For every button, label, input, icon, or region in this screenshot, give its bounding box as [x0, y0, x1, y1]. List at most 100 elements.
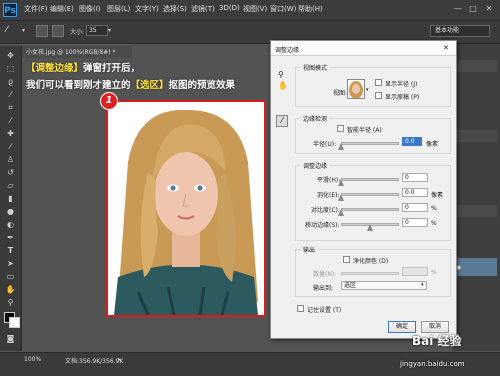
watermark-url: jingyan.baidu.com: [400, 360, 465, 368]
layer-row-selected[interactable]: [455, 258, 497, 276]
size-input[interactable]: 35: [86, 25, 108, 36]
zoom-level[interactable]: 100%: [24, 356, 41, 363]
pen-tool-icon[interactable]: ✒: [4, 232, 17, 243]
menu-view[interactable]: 视图(V): [243, 4, 267, 14]
document-info: 文档:356.9K/356.9K: [65, 358, 124, 365]
menu-image[interactable]: 图像(I): [79, 4, 101, 14]
menu-layer[interactable]: 图层(L): [107, 4, 130, 14]
quick-selection-tool-icon[interactable]: ⁄: [4, 89, 17, 100]
refine-radius-tool-icon[interactable]: ⁄: [276, 115, 288, 127]
feather-input[interactable]: 0.0: [402, 188, 428, 197]
show-radius-checkbox[interactable]: [375, 79, 382, 86]
menu-window[interactable]: 窗口(W): [270, 4, 296, 14]
eyedropper-tool-icon[interactable]: ⁄: [4, 115, 17, 126]
amount-unit: %: [431, 269, 437, 276]
size-dropdown-icon[interactable]: ▾: [108, 27, 111, 34]
decontaminate-checkbox[interactable]: [343, 256, 350, 263]
menu-type[interactable]: 文字(Y): [135, 4, 159, 14]
contrast-input[interactable]: 0: [402, 203, 428, 212]
shift-edge-input[interactable]: 0: [402, 218, 428, 227]
view-mode-thumbnail[interactable]: [347, 79, 365, 99]
brush-tool-icon[interactable]: ⁄: [4, 141, 17, 152]
smooth-input[interactable]: 0: [402, 173, 428, 182]
quick-mask-icon[interactable]: ◙: [4, 333, 17, 344]
amount-slider[interactable]: [341, 272, 399, 275]
zoom-tool-icon[interactable]: ⚲: [278, 70, 284, 79]
document-tab[interactable]: 小女孩.jpg @ 100%(RGB/8#) *: [22, 44, 132, 58]
show-original-checkbox[interactable]: [375, 92, 382, 99]
minimize-button[interactable]: —: [452, 3, 464, 15]
close-window-button[interactable]: ✕: [483, 3, 495, 15]
remember-settings-checkbox[interactable]: [297, 305, 304, 312]
eraser-tool-icon[interactable]: ▱: [4, 180, 17, 191]
brush-mode-button[interactable]: [52, 25, 64, 37]
contrast-slider[interactable]: [341, 208, 399, 211]
edge-detection-header: 边缘检测: [301, 114, 330, 123]
workspace-select[interactable]: 基本功能: [430, 25, 490, 37]
contrast-unit: %: [431, 205, 437, 212]
hand-tool-icon[interactable]: ✋: [4, 284, 17, 295]
decontaminate-label: 净化颜色 (D): [353, 258, 389, 265]
view-dropdown-icon[interactable]: ▾: [366, 87, 369, 93]
history-brush-tool-icon[interactable]: ↺: [4, 167, 17, 178]
zoom-tool-icon[interactable]: ⚲: [4, 297, 17, 308]
menu-select[interactable]: 选择(S): [163, 4, 187, 14]
blur-tool-icon[interactable]: ●: [4, 206, 17, 217]
lasso-tool-icon[interactable]: ϱ: [4, 76, 17, 87]
contrast-label: 对比度(C):: [311, 207, 340, 214]
output-to-value: 选区: [344, 282, 357, 289]
menu-help[interactable]: 帮助(H): [298, 4, 323, 14]
brush-tool-icon[interactable]: ⁄: [6, 25, 20, 37]
smooth-label: 平滑(H):: [317, 177, 341, 184]
close-icon[interactable]: ✕: [443, 44, 449, 52]
healing-brush-tool-icon[interactable]: ✚: [4, 128, 17, 139]
girl-portrait-illustration: [108, 102, 264, 315]
output-to-dropdown-icon[interactable]: ▾: [421, 282, 424, 288]
menu-file[interactable]: 文件(F): [24, 4, 48, 14]
photoshop-logo: Ps: [3, 3, 17, 17]
radius-slider[interactable]: [341, 142, 399, 145]
view-mode-header: 视图模式: [301, 63, 330, 72]
feather-unit: 像素: [431, 192, 444, 199]
output-to-label: 输出到:: [313, 285, 334, 292]
dodge-tool-icon[interactable]: ◐: [4, 219, 17, 230]
show-original-label: 显示原稿 (P): [385, 94, 420, 101]
refine-edge-dialog: 调整边缘 ✕ ⚲ ✋ ⁄ 视图模式 视图: ▾ 显示半径 (J) 显示原稿 (P…: [270, 40, 457, 339]
feather-slider[interactable]: [341, 193, 399, 196]
maximize-button[interactable]: □: [467, 3, 479, 15]
hand-tool-icon[interactable]: ✋: [278, 81, 288, 90]
show-radius-label: 显示半径 (J): [385, 81, 418, 88]
brush-preset-button[interactable]: [36, 25, 48, 37]
move-tool-icon[interactable]: ✥: [4, 50, 17, 61]
type-tool-icon[interactable]: T: [4, 245, 17, 256]
amount-label: 数量(N):: [313, 271, 337, 278]
path-selection-tool-icon[interactable]: ➤: [4, 258, 17, 269]
menu-edit[interactable]: 编辑(E): [50, 4, 74, 14]
shift-edge-label: 移动边缘(S):: [305, 222, 340, 229]
gradient-tool-icon[interactable]: ▮: [4, 193, 17, 204]
amount-input[interactable]: [402, 267, 428, 276]
smart-radius-label: 智能半径 (A): [347, 127, 382, 134]
step-number-badge: 1: [100, 92, 118, 110]
right-panels: [452, 44, 500, 351]
smooth-slider[interactable]: [341, 178, 399, 181]
layers-panel-header: [455, 205, 497, 217]
view-mode-group: [295, 67, 451, 107]
marquee-tool-icon[interactable]: ⬚: [4, 63, 17, 74]
shape-tool-icon[interactable]: ▭: [4, 271, 17, 282]
size-label: 大小:: [70, 29, 85, 36]
chevron-down-icon[interactable]: ▾: [22, 27, 28, 34]
background-color-swatch[interactable]: [9, 317, 20, 328]
menu-filter[interactable]: 滤镜(T): [191, 4, 215, 14]
smart-radius-checkbox[interactable]: [337, 125, 344, 132]
output-to-select[interactable]: 选区: [341, 281, 427, 290]
status-menu-icon[interactable]: ▸: [118, 356, 121, 363]
clone-stamp-tool-icon[interactable]: ♙: [4, 154, 17, 165]
radius-input[interactable]: 0.0: [402, 137, 422, 146]
document-tab-title: 小女孩.jpg @ 100%(RGB/8#) *: [26, 49, 116, 56]
edge-detection-group: [295, 118, 451, 154]
crop-tool-icon[interactable]: ⌗: [4, 102, 17, 113]
menu-3d[interactable]: 3D(D): [219, 4, 240, 12]
preview-image: [106, 100, 266, 317]
adjust-edge-header: 调整边缘: [301, 161, 330, 170]
